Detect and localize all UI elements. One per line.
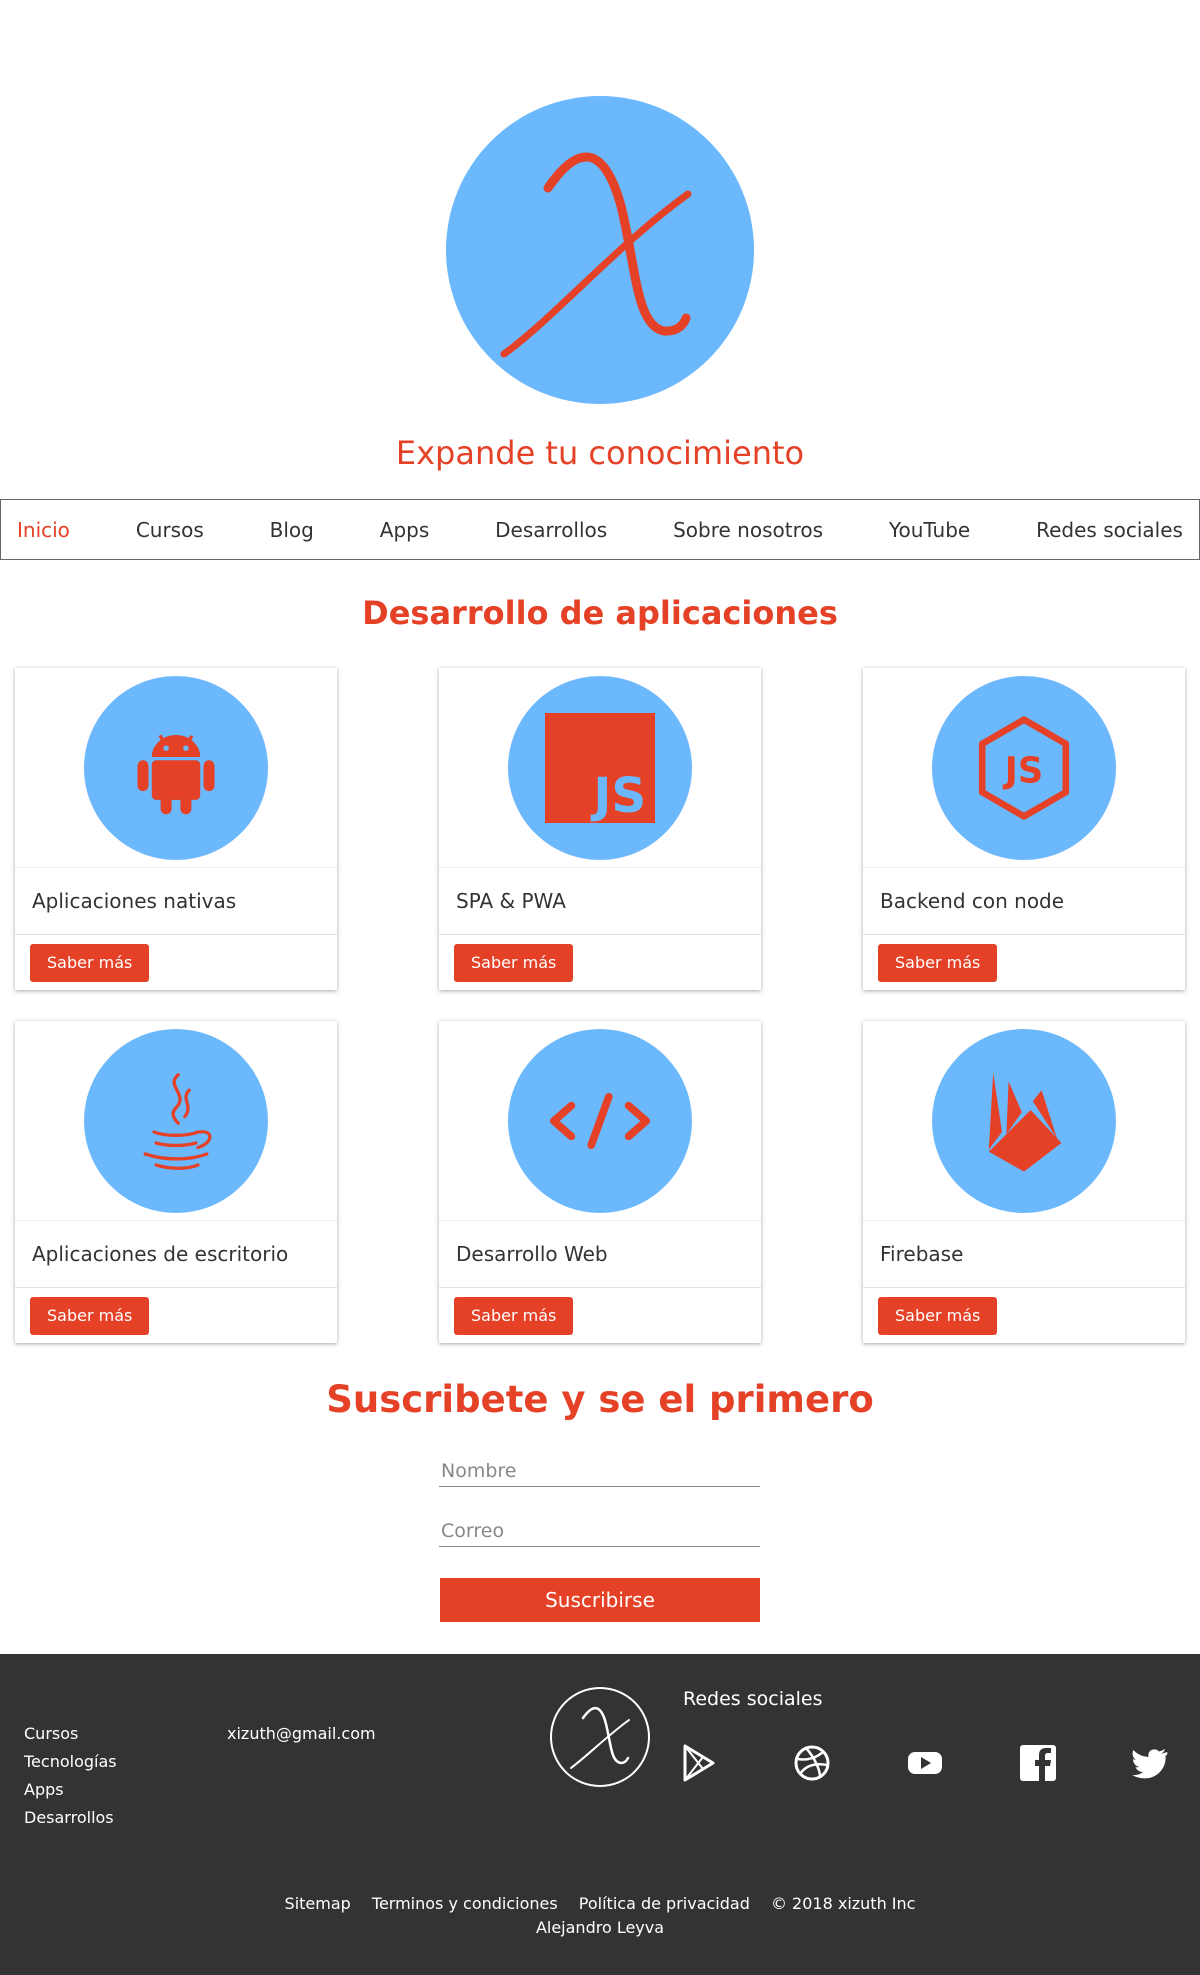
card-backend-node: JS Backend con node Saber más (863, 668, 1185, 990)
android-icon (137, 733, 215, 814)
footer-links: Cursos Tecnologías Apps Desarrollos (24, 1720, 117, 1832)
saber-mas-button[interactable]: Saber más (878, 943, 998, 982)
brand-logo (446, 96, 754, 404)
nav-item-desarrollos[interactable]: Desarrollos (495, 518, 607, 542)
firebase-icon (988, 1072, 1062, 1172)
nav-item-sobre-nosotros[interactable]: Sobre nosotros (673, 518, 823, 542)
tagline: Expande tu conocimiento (395, 434, 805, 472)
card-title: Desarrollo Web (439, 1221, 761, 1288)
google-play-icon[interactable] (677, 1741, 721, 1785)
card-firebase: Firebase Saber más (863, 1021, 1185, 1343)
card-title: Aplicaciones nativas (15, 868, 337, 935)
java-icon (143, 1072, 212, 1170)
saber-mas-button[interactable]: Saber más (454, 1296, 574, 1335)
card-title: Backend con node (863, 868, 1185, 935)
footer-link-desarrollos[interactable]: Desarrollos (24, 1808, 114, 1827)
javascript-icon: JS (545, 712, 655, 823)
svg-text:JS: JS (590, 768, 646, 823)
card-title: Firebase (863, 1221, 1185, 1288)
svg-text:JS: JS (1003, 750, 1043, 791)
nav-item-cursos[interactable]: Cursos (136, 518, 204, 542)
saber-mas-button[interactable]: Saber más (30, 1296, 150, 1335)
footer: Cursos Tecnologías Apps Desarrollos xizu… (0, 1654, 1200, 1975)
dribbble-icon[interactable] (790, 1741, 834, 1785)
saber-mas-button[interactable]: Saber más (30, 943, 150, 982)
card-title: Aplicaciones de escritorio (15, 1221, 337, 1288)
copyright: © 2018 xizuth Inc (770, 1894, 916, 1913)
saber-mas-button[interactable]: Saber más (878, 1296, 998, 1335)
social-title: Redes sociales (683, 1688, 823, 1710)
facebook-icon[interactable] (1016, 1741, 1060, 1785)
nodejs-icon: JS (978, 715, 1070, 820)
footer-link-terms[interactable]: Terminos y condiciones (372, 1894, 558, 1913)
footer-email: xizuth@gmail.com (227, 1724, 376, 1743)
email-input[interactable] (439, 1518, 760, 1547)
footer-link-sitemap[interactable]: Sitemap (285, 1894, 351, 1913)
subscribe-title: Suscribete y se el primero (326, 1378, 874, 1421)
name-input[interactable] (439, 1458, 760, 1487)
nav-item-apps[interactable]: Apps (380, 518, 430, 542)
card-web-dev: Desarrollo Web Saber más (439, 1021, 761, 1343)
subscribe-button[interactable]: Suscribirse (440, 1578, 760, 1622)
nav-item-redes-sociales[interactable]: Redes sociales (1036, 518, 1183, 542)
footer-link-tecnologias[interactable]: Tecnologías (24, 1752, 117, 1771)
footer-logo (549, 1686, 651, 1788)
nav-item-blog[interactable]: Blog (270, 518, 314, 542)
nav-item-inicio[interactable]: Inicio (17, 518, 70, 542)
footer-link-cursos[interactable]: Cursos (24, 1724, 78, 1743)
saber-mas-button[interactable]: Saber más (454, 943, 574, 982)
lambda-icon (500, 152, 692, 358)
main-nav: Inicio Cursos Blog Apps Desarrollos Sobr… (0, 499, 1200, 560)
author: Alejandro Leyva (535, 1918, 665, 1937)
card-title: SPA & PWA (439, 868, 761, 935)
card-desktop-apps: Aplicaciones de escritorio Saber más (15, 1021, 337, 1343)
card-spa-pwa: JS SPA & PWA Saber más (439, 668, 761, 990)
youtube-icon[interactable] (903, 1741, 947, 1785)
twitter-icon[interactable] (1128, 1741, 1172, 1785)
footer-bottom: Sitemap Terminos y condiciones Política … (0, 1892, 1200, 1940)
footer-link-privacy[interactable]: Política de privacidad (579, 1894, 750, 1913)
apps-section-title: Desarrollo de aplicaciones (362, 594, 838, 632)
card-native-apps: Aplicaciones nativas Saber más (15, 668, 337, 990)
lambda-icon (550, 1687, 650, 1787)
nav-item-youtube[interactable]: YouTube (889, 518, 970, 542)
footer-link-apps[interactable]: Apps (24, 1780, 64, 1799)
code-icon (549, 1092, 651, 1149)
